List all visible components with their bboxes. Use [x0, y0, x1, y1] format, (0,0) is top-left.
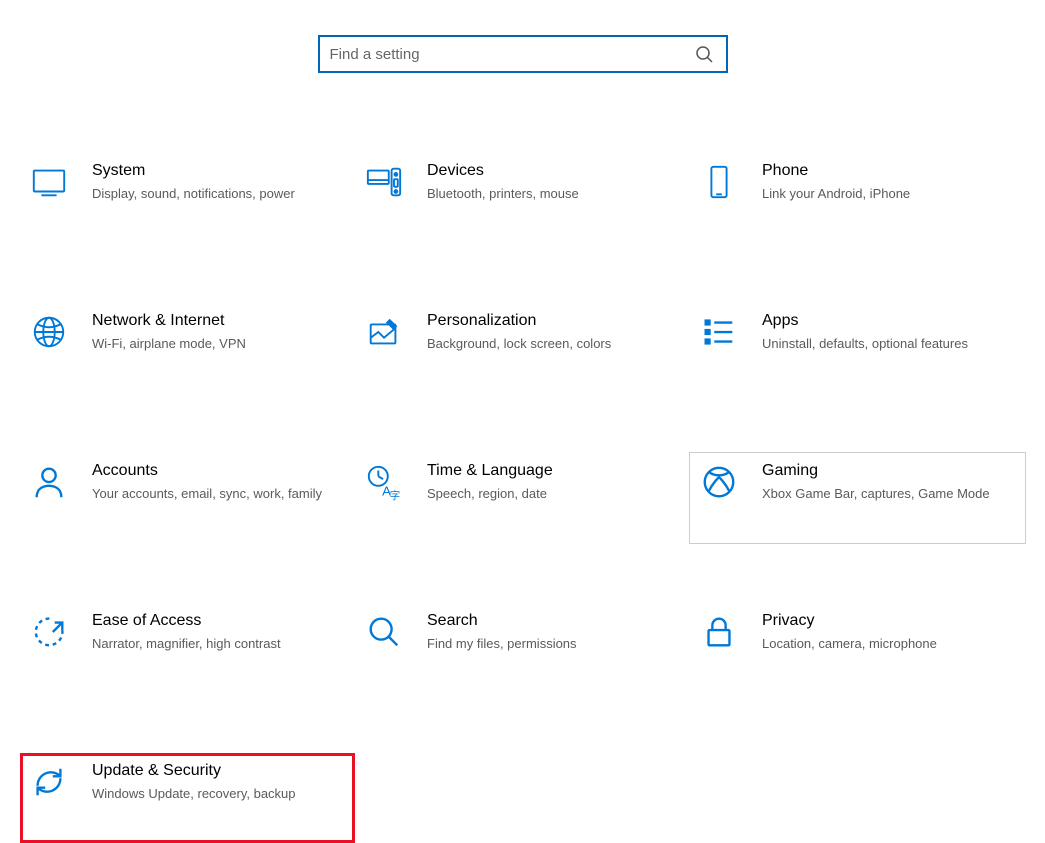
tile-devices[interactable]: Devices Bluetooth, printers, mouse: [355, 153, 690, 243]
tile-title: Time & Language: [427, 461, 670, 481]
tile-ease-of-access[interactable]: Ease of Access Narrator, magnifier, high…: [20, 603, 355, 693]
system-icon: [30, 163, 68, 201]
tile-title: Ease of Access: [92, 611, 335, 631]
tile-title: Update & Security: [92, 761, 335, 781]
ease-of-access-icon: [30, 613, 68, 651]
search-input[interactable]: [330, 46, 692, 63]
lock-icon: [700, 613, 738, 651]
search-box[interactable]: [318, 35, 728, 73]
globe-icon: [30, 313, 68, 351]
tile-desc: Speech, region, date: [427, 485, 670, 504]
settings-grid: System Display, sound, notifications, po…: [0, 103, 1045, 843]
xbox-icon: [700, 463, 738, 501]
person-icon: [30, 463, 68, 501]
tile-privacy[interactable]: Privacy Location, camera, microphone: [690, 603, 1025, 693]
magnifier-icon: [365, 613, 403, 651]
tile-desc: Link your Android, iPhone: [762, 185, 1005, 204]
tile-title: Search: [427, 611, 670, 631]
tile-desc: Xbox Game Bar, captures, Game Mode: [762, 485, 1005, 504]
tile-desc: Wi-Fi, airplane mode, VPN: [92, 335, 335, 354]
tile-desc: Location, camera, microphone: [762, 635, 1005, 654]
svg-text:字: 字: [390, 489, 400, 501]
tile-desc: Find my files, permissions: [427, 635, 670, 654]
apps-icon: [700, 313, 738, 351]
tile-title: Accounts: [92, 461, 335, 481]
tile-search[interactable]: Search Find my files, permissions: [355, 603, 690, 693]
tile-title: System: [92, 161, 335, 181]
phone-icon: [700, 163, 738, 201]
tile-title: Personalization: [427, 311, 670, 331]
tile-desc: Display, sound, notifications, power: [92, 185, 335, 204]
tile-desc: Background, lock screen, colors: [427, 335, 670, 354]
tile-network[interactable]: Network & Internet Wi-Fi, airplane mode,…: [20, 303, 355, 393]
tile-personalization[interactable]: Personalization Background, lock screen,…: [355, 303, 690, 393]
sync-icon: [30, 763, 68, 801]
tile-title: Gaming: [762, 461, 1005, 481]
tile-system[interactable]: System Display, sound, notifications, po…: [20, 153, 355, 243]
search-icon[interactable]: [692, 42, 716, 66]
tile-title: Network & Internet: [92, 311, 335, 331]
tile-phone[interactable]: Phone Link your Android, iPhone: [690, 153, 1025, 243]
tile-accounts[interactable]: Accounts Your accounts, email, sync, wor…: [20, 453, 355, 543]
tile-desc: Windows Update, recovery, backup: [92, 785, 335, 804]
tile-apps[interactable]: Apps Uninstall, defaults, optional featu…: [690, 303, 1025, 393]
devices-icon: [365, 163, 403, 201]
tile-desc: Uninstall, defaults, optional features: [762, 335, 1005, 354]
tile-title: Privacy: [762, 611, 1005, 631]
tile-desc: Bluetooth, printers, mouse: [427, 185, 670, 204]
tile-time-language[interactable]: A 字 Time & Language Speech, region, date: [355, 453, 690, 543]
tile-desc: Your accounts, email, sync, work, family: [92, 485, 335, 504]
paint-icon: [365, 313, 403, 351]
time-language-icon: A 字: [365, 463, 403, 501]
tile-title: Phone: [762, 161, 1005, 181]
tile-update-security[interactable]: Update & Security Windows Update, recove…: [20, 753, 355, 843]
search-container: [0, 0, 1045, 103]
tile-title: Apps: [762, 311, 1005, 331]
tile-desc: Narrator, magnifier, high contrast: [92, 635, 335, 654]
tile-gaming[interactable]: Gaming Xbox Game Bar, captures, Game Mod…: [690, 453, 1025, 543]
tile-title: Devices: [427, 161, 670, 181]
